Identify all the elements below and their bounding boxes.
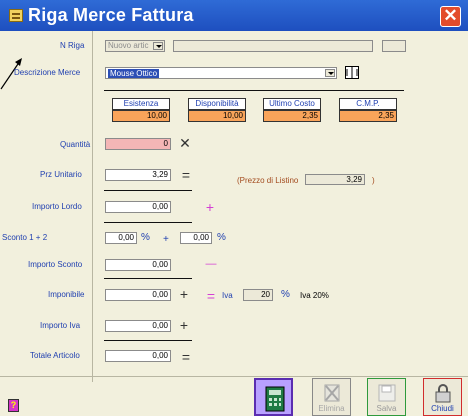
imponibile-field[interactable]: 0,00: [105, 289, 171, 301]
disponibilita-value: 10,00: [188, 110, 246, 122]
importo-iva-label: Importo Iva: [40, 321, 81, 330]
elimina-button[interactable]: Elimina: [312, 378, 351, 416]
ultimo-costo-value: 2,35: [263, 110, 321, 122]
importo-sconto-field[interactable]: 0,00: [105, 259, 171, 271]
cmp-value: 2,35: [339, 110, 397, 122]
iva-description: Iva 20%: [300, 291, 329, 300]
sconto2-percent: %: [217, 232, 226, 243]
cmp-header: C.M.P.: [339, 98, 397, 110]
prezzo-listino-close: ): [372, 176, 375, 185]
prz-unitario-label: Prz Unitario: [40, 170, 82, 179]
lordo-top-divider: [104, 190, 192, 191]
salva-button[interactable]: Salva: [367, 378, 406, 416]
bottom-divider: [0, 376, 468, 377]
ultimo-costo-header: Ultimo Costo: [263, 98, 321, 110]
equals-icon: =: [181, 167, 191, 183]
n-riga-label: N Riga: [60, 41, 85, 50]
n-riga-code-field: [382, 40, 406, 52]
totale-articolo-label: Totale Articolo: [30, 351, 80, 360]
totale-articolo-field[interactable]: 0,00: [105, 350, 171, 362]
prz-unitario-input[interactable]: 3,29: [105, 169, 171, 181]
chevron-down-icon[interactable]: [153, 42, 163, 50]
importo-iva-field[interactable]: 0,00: [105, 320, 171, 332]
disponibilita-header: Disponibilità: [188, 98, 246, 110]
imponibile-top-divider: [104, 278, 192, 279]
sconto1-percent: %: [141, 232, 150, 243]
esistenza-header: Esistenza: [112, 98, 170, 110]
sconto1-input[interactable]: 0,00: [105, 232, 137, 244]
help-button[interactable]: ?: [8, 399, 19, 412]
book-icon[interactable]: [345, 66, 359, 79]
descrizione-merce-label: Descrizione Merce: [14, 68, 81, 77]
window-title: Riga Merce Fattura: [28, 5, 194, 25]
chiudi-button[interactable]: Chiudi: [423, 378, 462, 416]
plus-icon: +: [179, 286, 189, 302]
minus-icon: —: [205, 258, 217, 270]
title-bar: Riga Merce Fattura ✕: [0, 0, 468, 31]
prezzo-listino-value: 3,29: [305, 174, 365, 185]
plus-icon: +: [179, 317, 189, 333]
calculator-button[interactable]: [254, 378, 293, 416]
calculator-icon: [265, 386, 285, 412]
quantita-label: Quantità: [60, 140, 91, 149]
prezzo-listino-label: (Prezzo di Listino: [237, 176, 299, 185]
quantita-input[interactable]: 0: [105, 138, 171, 150]
sconto2-input[interactable]: 0,00: [180, 232, 212, 244]
descrizione-merce-select[interactable]: Mouse Ottico: [105, 67, 337, 79]
imponibile-label: Imponibile: [48, 290, 85, 299]
n-riga-description-field: [173, 40, 373, 52]
left-rule: [92, 31, 93, 382]
equals-icon: =: [206, 288, 216, 304]
iva-label: Iva: [222, 291, 233, 300]
importo-lordo-field[interactable]: 0,00: [105, 201, 171, 213]
delete-icon: [324, 384, 340, 402]
plus-icon: +: [205, 199, 215, 215]
n-riga-select[interactable]: Nuovo artic: [105, 40, 165, 52]
lock-icon: [435, 384, 451, 403]
importo-sconto-label: Importo Sconto: [28, 260, 83, 269]
iva-aliquota-field: 20: [243, 289, 273, 301]
sconto-label: Sconto 1 + 2: [2, 233, 48, 242]
sconto-plus: +: [163, 234, 169, 245]
window: Riga Merce Fattura ✕ N Riga Nuovo artic …: [0, 0, 468, 416]
stock-top-divider: [104, 90, 404, 91]
iva-percent: %: [281, 289, 290, 300]
elimina-label: Elimina: [318, 404, 345, 413]
totale-top-divider: [104, 340, 192, 341]
multiply-icon: ✕: [179, 135, 191, 151]
save-icon: [378, 384, 396, 402]
app-icon: [9, 9, 23, 22]
chevron-down-icon[interactable]: [325, 69, 335, 77]
equals-icon: =: [181, 349, 191, 365]
chiudi-label: Chiudi: [431, 404, 454, 413]
sconto-top-divider: [104, 222, 192, 223]
esistenza-value: 10,00: [112, 110, 170, 122]
close-button[interactable]: ✕: [440, 6, 461, 27]
importo-lordo-label: Importo Lordo: [32, 202, 82, 211]
salva-label: Salva: [376, 404, 397, 413]
